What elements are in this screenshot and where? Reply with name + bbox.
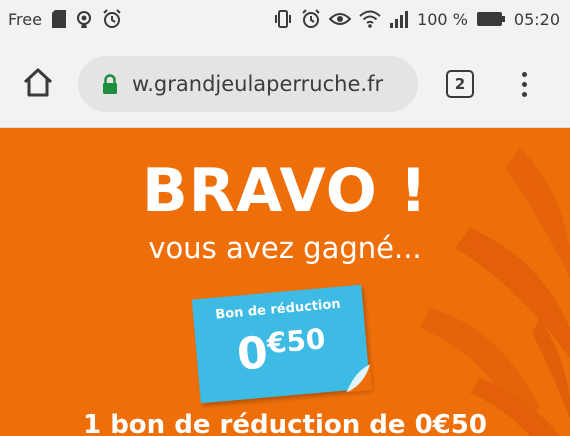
- tab-count: 2: [454, 75, 466, 93]
- lock-icon: [102, 74, 118, 94]
- coupon-value-cents: €50: [265, 322, 327, 361]
- menu-dot-icon: [521, 71, 527, 77]
- coupon-ticket: Bon de réduction 0€50: [191, 284, 373, 404]
- page-subline: vous avez gagné...: [148, 231, 422, 265]
- home-icon: [22, 67, 54, 102]
- url-text: w.grandjeulaperruche.fr: [132, 72, 384, 96]
- status-bar: Free 100 % 05:20: [0, 0, 570, 40]
- alarm-icon: [301, 9, 321, 29]
- alarm-icon: [102, 9, 122, 29]
- status-time: 05:20: [513, 9, 560, 29]
- page-headline: BRAVO !: [142, 156, 428, 226]
- coupon-value: 0€50: [195, 319, 369, 385]
- menu-dot-icon: [521, 81, 527, 87]
- prize-description: 1 bon de réduction de 0€50: [83, 410, 487, 436]
- coupon-value-main: 0: [235, 327, 271, 381]
- wifi-icon: [359, 10, 381, 28]
- signal-icon: [389, 10, 409, 28]
- vibrate-icon: [273, 10, 293, 28]
- hotspot-icon: [74, 10, 94, 28]
- web-page-content: BRAVO ! vous avez gagné... Bon de réduct…: [0, 128, 570, 436]
- battery-percent: 100 %: [417, 9, 468, 29]
- browser-toolbar: w.grandjeulaperruche.fr 2: [0, 40, 570, 128]
- eye-icon: [329, 11, 352, 27]
- overflow-menu-button[interactable]: [512, 66, 536, 102]
- menu-dot-icon: [521, 91, 527, 97]
- address-bar[interactable]: w.grandjeulaperruche.fr: [78, 56, 418, 112]
- carrier-label: Free: [8, 9, 42, 29]
- page-curl-icon: [346, 364, 373, 393]
- battery-icon: [476, 11, 506, 27]
- tab-switcher-button[interactable]: 2: [446, 70, 474, 98]
- sd-card-icon: [51, 10, 66, 28]
- home-button[interactable]: [18, 66, 58, 102]
